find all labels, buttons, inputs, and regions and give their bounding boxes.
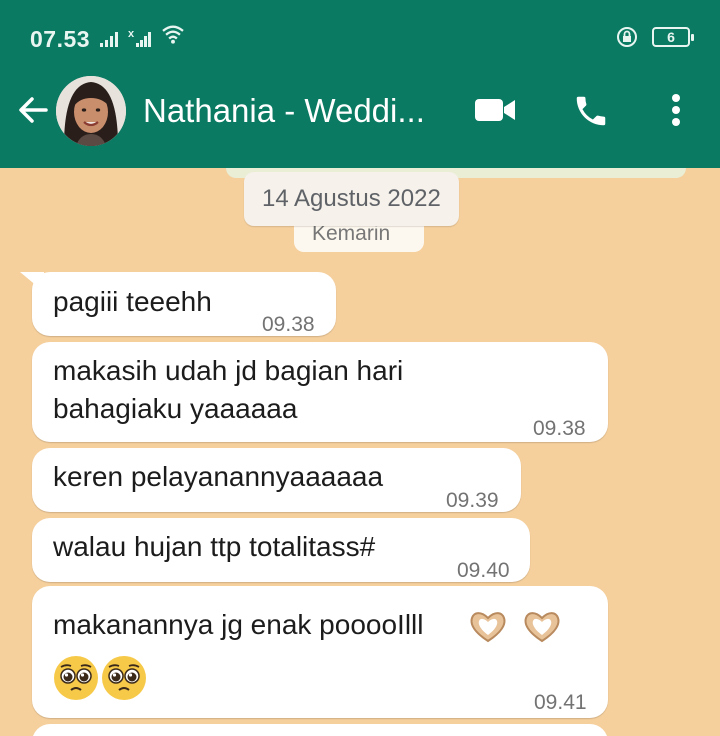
avatar-photo [56, 76, 126, 146]
message-text: pagiii teeehh [53, 286, 212, 317]
status-time: 07.53 [30, 26, 91, 52]
svg-text:x: x [128, 28, 135, 40]
contact-avatar[interactable] [56, 76, 126, 146]
contact-name[interactable]: Nathania - Weddi... [143, 92, 425, 130]
message-time: 09.40 [457, 559, 510, 582]
chat-area[interactable]: Kemarin 14 Agustus 2022 pagiii teeehh 09… [0, 168, 720, 736]
message-bubble[interactable]: makanannya jg enak pooooIlll 09.41 [32, 586, 608, 718]
message-bubble[interactable]: keren pelayanannyaaaaaa 09.39 [32, 448, 521, 512]
date-separator: 14 Agustus 2022 [244, 172, 459, 226]
message-text-line1: makasih udah jd bagian hari [53, 355, 404, 386]
pleading-face-emoji [102, 656, 146, 700]
status-bar: 07.53 x 6 [0, 0, 720, 78]
wifi-icon [162, 25, 184, 44]
message-bubble[interactable]: makasih udah jd bagian hari bahagiaku ya… [32, 342, 608, 442]
back-arrow-icon[interactable] [14, 90, 54, 130]
video-call-icon[interactable] [474, 96, 516, 124]
voice-call-icon[interactable] [572, 92, 610, 130]
message-text: keren pelayanannyaaaaaa [53, 461, 384, 492]
heart-hands-emoji [524, 612, 560, 643]
message-time: 09.38 [262, 313, 315, 336]
status-right: 6 [616, 26, 694, 48]
battery-indicator: 6 [652, 27, 694, 47]
top-bar: 07.53 x 6 Nathania - Weddi... [0, 0, 720, 168]
pleading-face-emoji [54, 656, 98, 700]
heart-hands-emoji [470, 612, 506, 643]
message-bubble[interactable]: pagiii teeehh 09.38 [20, 272, 336, 336]
lock-rotation-icon [617, 27, 637, 47]
message-time: 09.38 [533, 417, 586, 440]
bubble-tail [20, 272, 44, 292]
message-time: 09.39 [446, 489, 499, 512]
chat-header: Nathania - Weddi... [0, 72, 720, 152]
message-time: 09.41 [534, 691, 587, 714]
message-text: walau hujan ttp totalitass# [53, 531, 376, 562]
message-text-line2: bahagiaku yaaaaaa [53, 393, 298, 424]
signal-no-service-icon: x [128, 28, 151, 47]
more-options-icon[interactable] [664, 90, 688, 130]
message-bubble-partial[interactable] [32, 724, 608, 736]
message-bubble[interactable]: walau hujan ttp totalitass# 09.40 [32, 518, 530, 582]
message-text: makanannya jg enak pooooIlll [53, 609, 424, 640]
signal-icon [100, 32, 118, 47]
